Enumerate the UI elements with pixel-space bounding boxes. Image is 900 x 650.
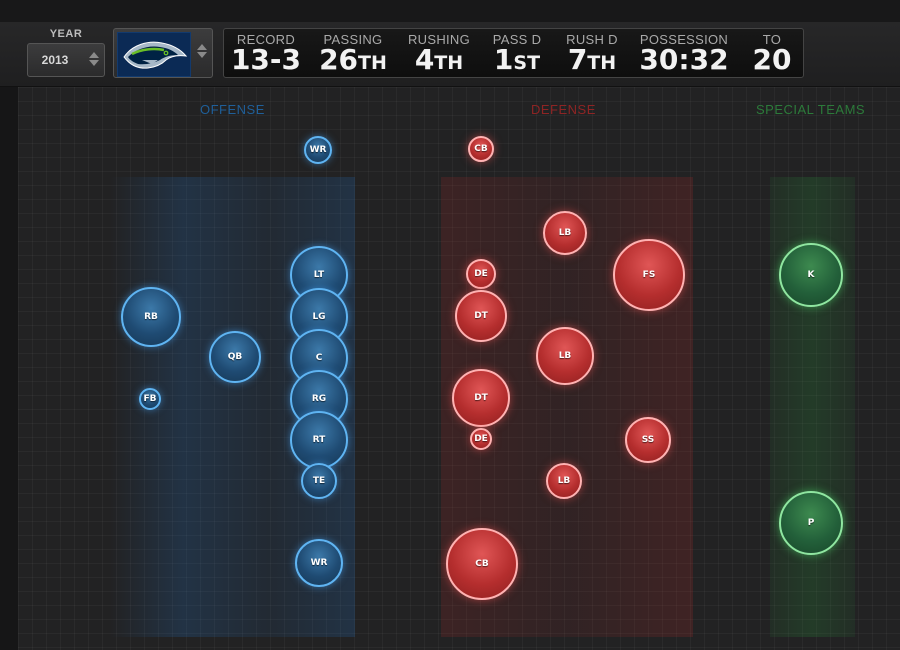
seahawks-logo-icon: [117, 32, 191, 77]
player-bubble-wr-top[interactable]: WR: [304, 136, 332, 164]
player-bubble-lb-bottom[interactable]: LB: [546, 463, 582, 499]
stat-value: 7TH: [567, 43, 617, 76]
player-bubble-dt-top[interactable]: DT: [455, 290, 507, 342]
stat-record: RECORD 13-3: [228, 29, 304, 77]
player-bubble-k[interactable]: K: [779, 243, 843, 307]
stat-pass-d: PASS D 1ST: [484, 29, 550, 77]
player-bubble-lb-mid[interactable]: LB: [536, 327, 594, 385]
year-label: YEAR: [49, 28, 83, 40]
stat-rushing: RUSHING 4TH: [402, 29, 476, 77]
player-bubble-cb-top[interactable]: CB: [468, 136, 494, 162]
player-bubble-ss[interactable]: SS: [625, 417, 671, 463]
left-edge: [0, 87, 18, 650]
player-bubble-lb-top[interactable]: LB: [543, 211, 587, 255]
stat-turnovers: TO 20: [744, 29, 800, 77]
year-stepper[interactable]: [88, 50, 100, 70]
defense-title: DEFENSE: [531, 102, 596, 117]
player-bubble-cb-bottom[interactable]: CB: [446, 528, 518, 600]
offense-title: OFFENSE: [200, 102, 265, 117]
top-bar: YEAR 2013 RECORD 13-3 PASSING 26TH RUSHI…: [0, 0, 900, 87]
player-bubble-te[interactable]: TE: [301, 463, 337, 499]
chevron-down-icon[interactable]: [197, 52, 207, 58]
stat-value: 13-3: [230, 43, 302, 76]
special-teams-title: SPECIAL TEAMS: [756, 102, 866, 117]
stat-possession: POSSESSION 30:32: [632, 29, 736, 77]
player-bubble-p[interactable]: P: [779, 491, 843, 555]
stat-value: 20: [752, 43, 792, 76]
team-stepper[interactable]: [196, 42, 208, 62]
player-bubble-fs[interactable]: FS: [613, 239, 685, 311]
team-stats-panel: RECORD 13-3 PASSING 26TH RUSHING 4TH PAS…: [223, 28, 804, 78]
player-bubble-dt-bottom[interactable]: DT: [452, 369, 510, 427]
year-value: 2013: [41, 53, 69, 67]
stat-value: 26TH: [319, 43, 387, 76]
player-bubble-rb[interactable]: RB: [121, 287, 181, 347]
stat-value: 1ST: [493, 43, 541, 76]
depth-chart-field: OFFENSE DEFENSE SPECIAL TEAMS WR LT RB L…: [18, 87, 900, 650]
player-bubble-de-bottom[interactable]: DE: [470, 428, 492, 450]
stat-value: 4TH: [414, 43, 464, 76]
player-bubble-wr-bottom[interactable]: WR: [295, 539, 343, 587]
chevron-up-icon[interactable]: [89, 52, 99, 58]
team-select[interactable]: [113, 28, 213, 78]
player-bubble-fb[interactable]: FB: [139, 388, 161, 410]
player-bubble-qb[interactable]: QB: [209, 331, 261, 383]
chevron-up-icon[interactable]: [197, 44, 207, 50]
stat-passing: PASSING 26TH: [312, 29, 394, 77]
stat-rush-d: RUSH D 7TH: [558, 29, 626, 77]
chevron-down-icon[interactable]: [89, 60, 99, 66]
player-bubble-rt[interactable]: RT: [290, 411, 348, 469]
stat-label: RUSHING: [407, 32, 471, 47]
stat-value: 30:32: [639, 43, 729, 76]
year-select[interactable]: 2013: [27, 43, 105, 77]
player-bubble-de-top[interactable]: DE: [466, 259, 496, 289]
